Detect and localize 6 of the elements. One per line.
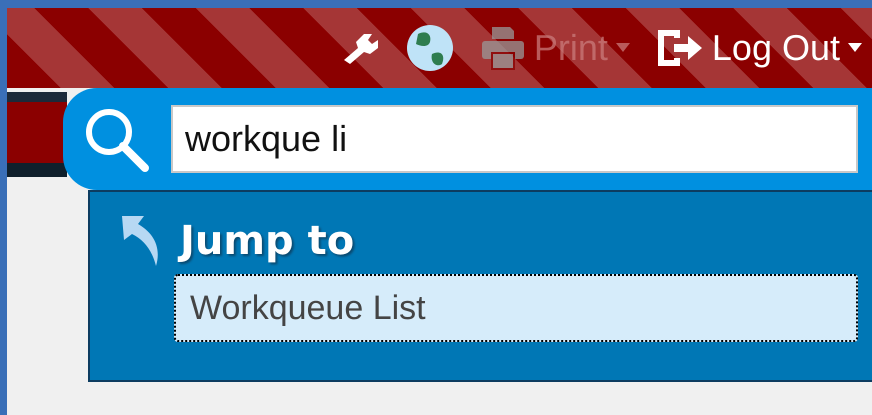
logout-icon[interactable]: [656, 28, 704, 68]
result-item[interactable]: Workqueue List: [174, 274, 858, 342]
globe-icon[interactable]: [406, 24, 454, 72]
logout-button[interactable]: Log Out: [712, 27, 840, 69]
caret-icon[interactable]: [848, 43, 862, 53]
results-heading: Jump to: [180, 218, 354, 264]
